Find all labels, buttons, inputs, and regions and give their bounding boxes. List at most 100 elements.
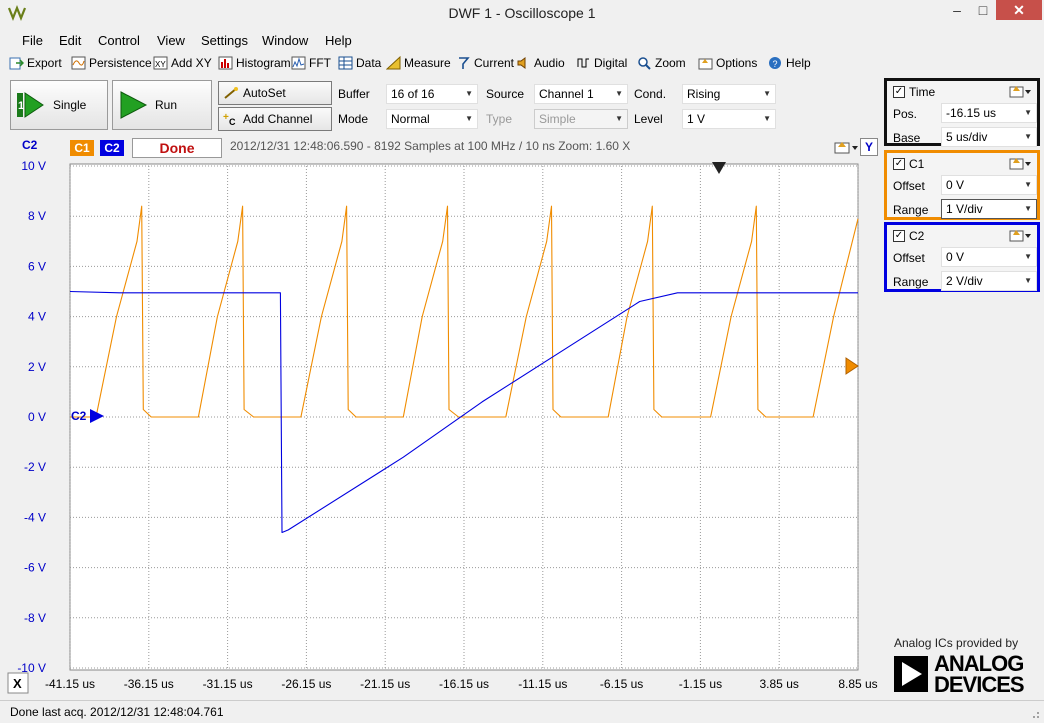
buffer-select[interactable]: 16 of 16 ▼ (386, 84, 478, 104)
x-tick-label: -6.15 us (600, 677, 643, 691)
add-channel-button[interactable]: + C Add Channel (218, 107, 332, 131)
time-panel-title: Time (909, 85, 936, 99)
window-title: DWF 1 - Oscilloscope 1 (448, 5, 596, 21)
y-tick-label: -4 V (24, 510, 46, 524)
help-button[interactable]: ? Help (768, 56, 811, 70)
c2-range-select[interactable]: 2 V/div ▼ (941, 271, 1037, 291)
help-icon: ? (769, 57, 781, 69)
data-button[interactable]: Data (338, 56, 381, 70)
x-tick-label: -36.15 us (124, 677, 174, 691)
audio-button[interactable]: Audio (516, 56, 565, 70)
toolbar: Export Persistence XY Add XY Histogram F… (0, 52, 884, 76)
y-tick-label: 8 V (28, 209, 46, 223)
x-tick-label: -31.15 us (203, 677, 253, 691)
y-tick-label: -6 V (24, 561, 46, 575)
cond-select[interactable]: Rising ▼ (682, 84, 776, 104)
c2-options-icon[interactable] (1009, 228, 1033, 242)
chevron-down-icon: ▼ (615, 114, 623, 123)
time-panel: ✓ Time Pos. -16.15 us ▼ Base 5 us/div ▼ (884, 78, 1040, 147)
c1-offset-label: Offset (893, 179, 925, 193)
autoset-button[interactable]: AutoSet (218, 81, 332, 105)
c1-range-select[interactable]: 1 V/div ▼ (941, 199, 1037, 219)
y-tick-label: 0 V (28, 410, 46, 424)
c1-panel: ✓ C1 Offset 0 V ▼ Range 1 V/div ▼ (884, 150, 1040, 220)
run-button[interactable]: Run (112, 80, 212, 130)
svg-text:XY: XY (155, 60, 166, 69)
time-position-input[interactable]: -16.15 us ▼ (941, 103, 1037, 123)
menu-window[interactable]: Window (262, 33, 308, 48)
y-tick-label: 2 V (28, 360, 46, 374)
menu-view[interactable]: View (157, 33, 185, 48)
measure-icon (386, 56, 401, 70)
options-button[interactable]: Options (698, 56, 757, 70)
acquisition-info: 2012/12/31 12:48:06.590 - 8192 Samples a… (230, 139, 631, 153)
c1-offset-input[interactable]: 0 V ▼ (941, 175, 1037, 195)
chevron-down-icon: ▼ (1024, 276, 1032, 285)
c2-toggle[interactable]: C2 (100, 140, 124, 156)
add-xy-icon: XY (153, 56, 168, 70)
mode-label: Mode (338, 112, 369, 126)
single-button[interactable]: 1 Single (10, 80, 108, 130)
title-bar: DWF 1 - Oscilloscope 1 – □ ✕ (0, 0, 1044, 28)
current-icon (459, 57, 470, 69)
menu-control[interactable]: Control (98, 33, 140, 48)
current-button[interactable]: Current (456, 56, 514, 70)
chevron-down-icon: ▼ (1024, 108, 1032, 117)
persistence-icon (71, 56, 86, 70)
type-select: Simple ▼ (534, 109, 628, 129)
c1-enable-checkbox[interactable]: ✓ (893, 158, 905, 170)
y-tick-label: -2 V (24, 460, 46, 474)
c2-offset-input[interactable]: 0 V ▼ (941, 247, 1037, 267)
data-icon (338, 56, 353, 70)
c1-toggle[interactable]: C1 (70, 140, 94, 156)
oscilloscope-plot[interactable]: 10 V8 V6 V4 V2 V0 V-2 V-4 V-6 V-8 V-10 V… (0, 158, 884, 698)
time-options-icon[interactable] (1009, 84, 1033, 98)
c2-panel-title: C2 (909, 229, 925, 243)
time-base-select[interactable]: 5 us/div ▼ (941, 127, 1037, 147)
svg-text:X: X (13, 676, 22, 691)
time-enable-checkbox[interactable]: ✓ (893, 86, 905, 98)
plot-options-icon[interactable] (834, 139, 860, 155)
analog-devices-logo-icon (894, 656, 928, 692)
c2-offset-label: Offset (893, 251, 925, 265)
histogram-button[interactable]: Histogram (218, 56, 291, 70)
measure-button[interactable]: Measure (386, 56, 451, 70)
menu-help[interactable]: Help (325, 33, 352, 48)
base-label: Base (893, 131, 921, 145)
c2-panel: ✓ C2 Offset 0 V ▼ Range 2 V/div ▼ (884, 222, 1040, 292)
menu-settings[interactable]: Settings (201, 33, 248, 48)
digital-icon (577, 58, 589, 68)
branding-tagline: Analog ICs provided by (894, 636, 1019, 650)
mode-select[interactable]: Normal ▼ (386, 109, 478, 129)
export-button[interactable]: Export (9, 56, 62, 70)
c2-offset-label: C2 (71, 409, 87, 423)
y-axis-button[interactable]: Y (860, 138, 878, 156)
c2-enable-checkbox[interactable]: ✓ (893, 230, 905, 242)
minimize-button[interactable]: – (944, 0, 970, 20)
zoom-button[interactable]: Zoom (637, 56, 686, 70)
maximize-button[interactable]: □ (970, 0, 996, 20)
status-bar: Done last acq. 2012/12/31 12:48:04.761 (0, 700, 1044, 723)
svg-text:1: 1 (18, 100, 24, 112)
digital-button[interactable]: Digital (576, 56, 627, 70)
level-select[interactable]: 1 V ▼ (682, 109, 776, 129)
y-tick-label: 10 V (21, 159, 46, 173)
chevron-down-icon: ▼ (763, 114, 771, 123)
resize-grip-icon[interactable] (1028, 707, 1040, 719)
source-select[interactable]: Channel 1 ▼ (534, 84, 628, 104)
add-channel-icon: + C (223, 112, 236, 126)
c1-options-icon[interactable] (1009, 156, 1033, 170)
menu-edit[interactable]: Edit (59, 33, 81, 48)
chevron-down-icon: ▼ (1024, 252, 1032, 261)
buffer-label: Buffer (338, 87, 370, 101)
fft-button[interactable]: FFT (291, 56, 331, 70)
status-text: Done last acq. 2012/12/31 12:48:04.761 (10, 705, 224, 719)
menu-file[interactable]: File (22, 33, 43, 48)
acquisition-controls: 1 Single Run AutoSet + C Add Channel Buff… (0, 76, 884, 132)
close-button[interactable]: ✕ (996, 0, 1042, 20)
persistence-button[interactable]: Persistence (71, 56, 152, 70)
acquisition-status: Done (132, 138, 222, 158)
x-axis-button[interactable]: X (7, 672, 29, 694)
pos-label: Pos. (893, 107, 918, 121)
add-xy-button[interactable]: XY Add XY (153, 56, 212, 70)
